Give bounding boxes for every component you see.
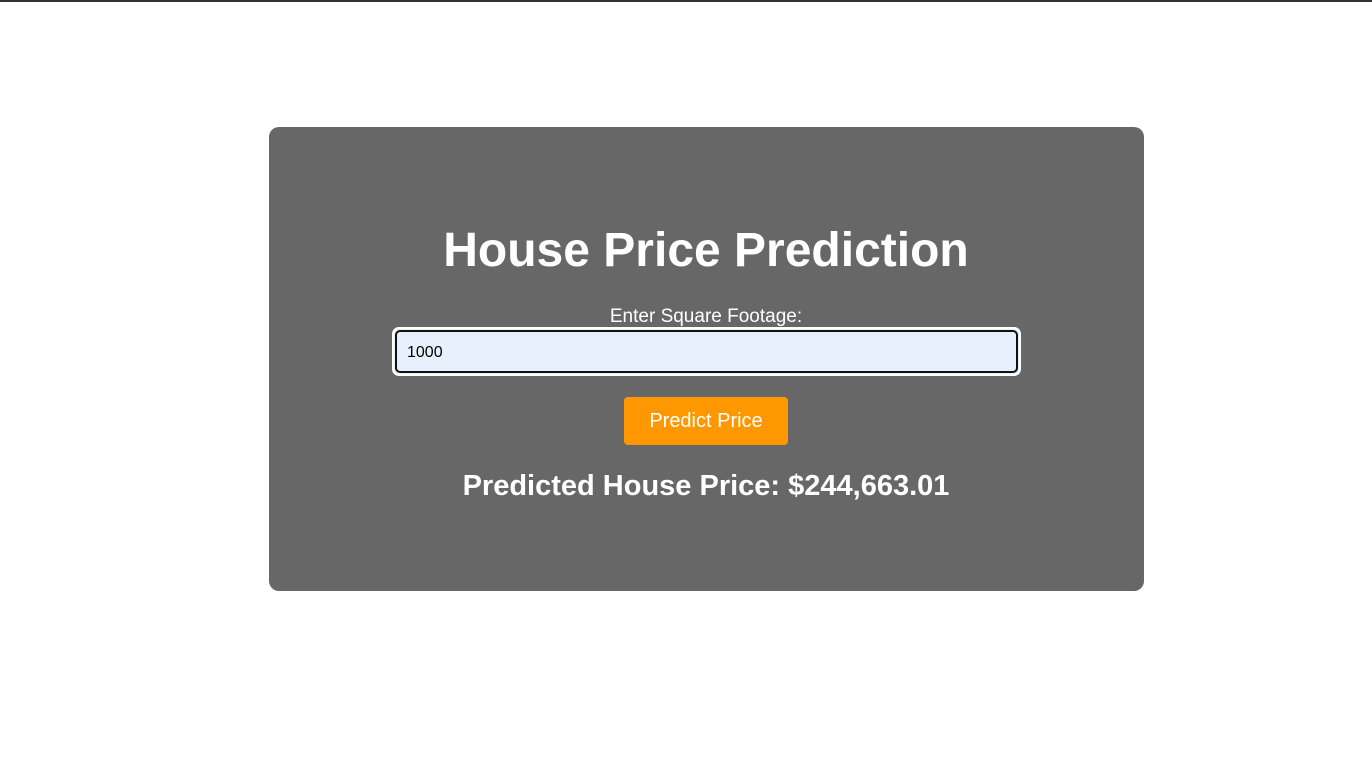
square-footage-field bbox=[392, 327, 1021, 376]
square-footage-input[interactable] bbox=[407, 332, 1007, 373]
predict-price-button[interactable]: Predict Price bbox=[624, 397, 788, 445]
predicted-price-result: Predicted House Price: $244,663.01 bbox=[462, 470, 950, 502]
square-footage-label: Enter Square Footage: bbox=[609, 306, 803, 327]
page-title: House Price Prediction bbox=[443, 224, 969, 277]
top-border bbox=[0, 0, 1372, 2]
input-focus-ring bbox=[395, 330, 1018, 373]
